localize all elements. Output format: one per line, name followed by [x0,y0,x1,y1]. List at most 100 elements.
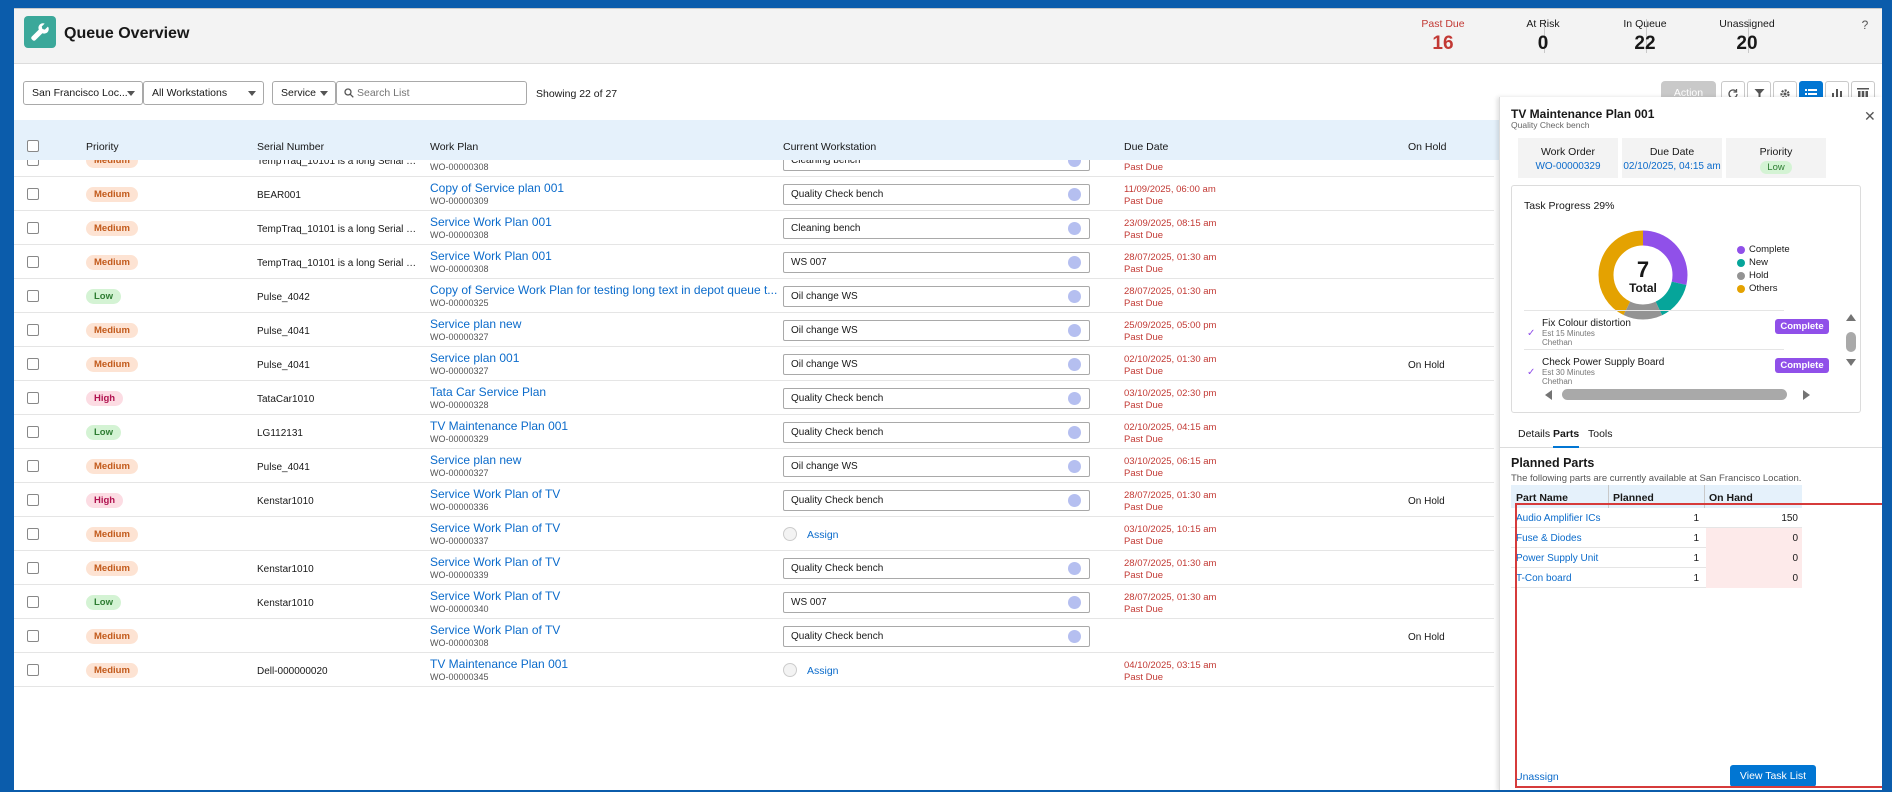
row-checkbox[interactable] [27,426,39,438]
table-row[interactable]: Low Kenstar1010 Service Work Plan of TV WO-… [14,585,1494,619]
unassign-link[interactable]: Unassign [1515,771,1559,783]
workstation-icon[interactable] [1068,188,1081,201]
row-checkbox[interactable] [27,358,39,370]
workstation-field[interactable]: Quality Check bench [783,490,1090,511]
workstation-icon[interactable] [1068,392,1081,405]
work-plan-link[interactable]: Service plan 001 [430,351,790,365]
column-on-hold[interactable]: On Hold [1408,141,1447,153]
workstation-icon[interactable] [1068,290,1081,303]
metric-past-due[interactable]: Past Due 16 [1388,18,1498,55]
work-plan-link[interactable]: Service Work Plan of TV [430,555,790,569]
workstation-icon[interactable] [1068,630,1081,643]
workstation-icon[interactable] [1068,256,1081,269]
workstation-dropdown[interactable]: All Workstations [143,81,264,105]
close-icon[interactable]: ✕ [1864,108,1876,125]
table-row[interactable]: Medium Service Work Plan of TV WO-00000308… [14,619,1494,653]
location-dropdown[interactable]: San Francisco Loc... [23,81,143,105]
task-item[interactable]: ✓ Fix Colour distortion Est 15 Minutes C… [1524,310,1784,350]
scroll-up-icon[interactable] [1845,313,1857,322]
scroll-right-icon[interactable] [1802,389,1811,401]
metric-in-queue[interactable]: In Queue 22 [1590,18,1700,55]
work-plan-link[interactable]: Service Work Plan 001 [430,215,790,229]
table-row[interactable]: Medium Pulse_4041 Service plan 001 WO-00000… [14,347,1494,381]
column-serial-number[interactable]: Serial Number [257,141,324,153]
work-plan-link[interactable]: Copy of Service plan 001 [430,181,790,195]
assign-link[interactable]: Assign [807,665,839,677]
column-due-date[interactable]: Due Date [1124,141,1168,153]
column-work-plan[interactable]: Work Plan [430,141,478,153]
part-name-link[interactable]: Audio Amplifier ICs [1516,513,1600,524]
metric-unassigned[interactable]: Unassigned 20 [1692,18,1802,55]
workstation-field[interactable]: Quality Check bench [783,388,1090,409]
workstation-icon[interactable] [1068,160,1081,167]
table-row[interactable]: Medium TempTraq_10101 is a long Serial Nu… [14,245,1494,279]
tab-tools[interactable]: Tools [1588,428,1613,448]
row-checkbox[interactable] [27,562,39,574]
workstation-field[interactable]: Cleaning bench [783,218,1090,239]
work-plan-link[interactable]: TV Maintenance Plan 001 [430,419,790,433]
work-order-link[interactable]: WO-00000329 [1518,161,1618,172]
table-row[interactable]: Medium Pulse_4041 Service plan new WO-00000… [14,449,1494,483]
row-checkbox[interactable] [27,528,39,540]
row-checkbox[interactable] [27,392,39,404]
work-plan-link[interactable]: Service Work Plan of TV [430,589,790,603]
row-checkbox[interactable] [27,160,39,166]
workstation-field[interactable]: WS 007 [783,592,1090,613]
type-dropdown[interactable]: Service [272,81,336,105]
metric-at-risk[interactable]: At Risk 0 [1488,18,1598,55]
search-box[interactable] [336,81,527,105]
workstation-field[interactable]: Quality Check bench [783,184,1090,205]
workstation-icon[interactable] [1068,562,1081,575]
part-name-link[interactable]: T-Con board [1516,573,1572,584]
assign-link[interactable]: Assign [807,529,839,541]
table-row[interactable]: Medium TempTraq_10101 is a long Serial Nu… [14,160,1494,177]
workstation-field[interactable]: Oil change WS [783,320,1090,341]
work-plan-link[interactable]: TV Maintenance Plan 001 [430,657,790,671]
part-name-link[interactable]: Fuse & Diodes [1516,533,1582,544]
horizontal-scrollbar[interactable] [1562,389,1787,400]
workstation-icon[interactable] [1068,460,1081,473]
work-plan-link[interactable]: Copy of Service Work Plan for testing lo… [430,283,790,297]
tab-parts[interactable]: Parts [1553,428,1580,448]
part-name-link[interactable]: Power Supply Unit [1516,553,1598,564]
workstation-icon[interactable] [1068,426,1081,439]
tab-details[interactable]: Details [1518,428,1550,448]
row-checkbox[interactable] [27,664,39,676]
view-task-list-button[interactable]: View Task List [1730,765,1816,787]
workstation-field[interactable]: Quality Check bench [783,626,1090,647]
row-checkbox[interactable] [27,596,39,608]
work-plan-link[interactable]: Tata Car Service Plan [430,385,790,399]
workstation-icon[interactable] [1068,324,1081,337]
scroll-down-icon[interactable] [1845,358,1857,367]
workstation-field[interactable]: Quality Check bench [783,558,1090,579]
row-checkbox[interactable] [27,188,39,200]
table-row[interactable]: Medium Pulse_4041 Service plan new WO-00000… [14,313,1494,347]
table-row[interactable]: Medium Service Work Plan of TV WO-00000337… [14,517,1494,551]
task-item[interactable]: ✓ Check Power Supply Board Est 30 Minute… [1524,349,1784,386]
work-plan-link[interactable]: Car Service Plan [430,160,790,161]
column-priority[interactable]: Priority [86,141,119,153]
table-row[interactable]: Medium TempTraq_10101 is a long Serial Nu… [14,211,1494,245]
table-row[interactable]: High TataCar1010 Tata Car Service Plan WO-0… [14,381,1494,415]
row-checkbox[interactable] [27,222,39,234]
row-checkbox[interactable] [27,630,39,642]
row-checkbox[interactable] [27,460,39,472]
work-plan-link[interactable]: Service plan new [430,453,790,467]
workstation-icon[interactable] [1068,596,1081,609]
workstation-field[interactable]: Quality Check bench [783,422,1090,443]
row-checkbox[interactable] [27,494,39,506]
column-current-workstation[interactable]: Current Workstation [783,141,876,153]
search-input[interactable] [357,85,517,101]
work-plan-link[interactable]: Service Work Plan of TV [430,521,790,535]
work-plan-link[interactable]: Service Work Plan 001 [430,249,790,263]
table-row[interactable]: Medium BEAR001 Copy of Service plan 001 WO-… [14,177,1494,211]
workstation-icon[interactable] [1068,222,1081,235]
workstation-field[interactable]: Cleaning bench [783,160,1090,171]
table-row[interactable]: High Kenstar1010 Service Work Plan of TV WO… [14,483,1494,517]
workstation-field[interactable]: Oil change WS [783,354,1090,375]
row-checkbox[interactable] [27,256,39,268]
workstation-field[interactable]: WS 007 [783,252,1090,273]
work-plan-link[interactable]: Service plan new [430,317,790,331]
select-all-checkbox[interactable] [27,140,39,152]
row-checkbox[interactable] [27,290,39,302]
